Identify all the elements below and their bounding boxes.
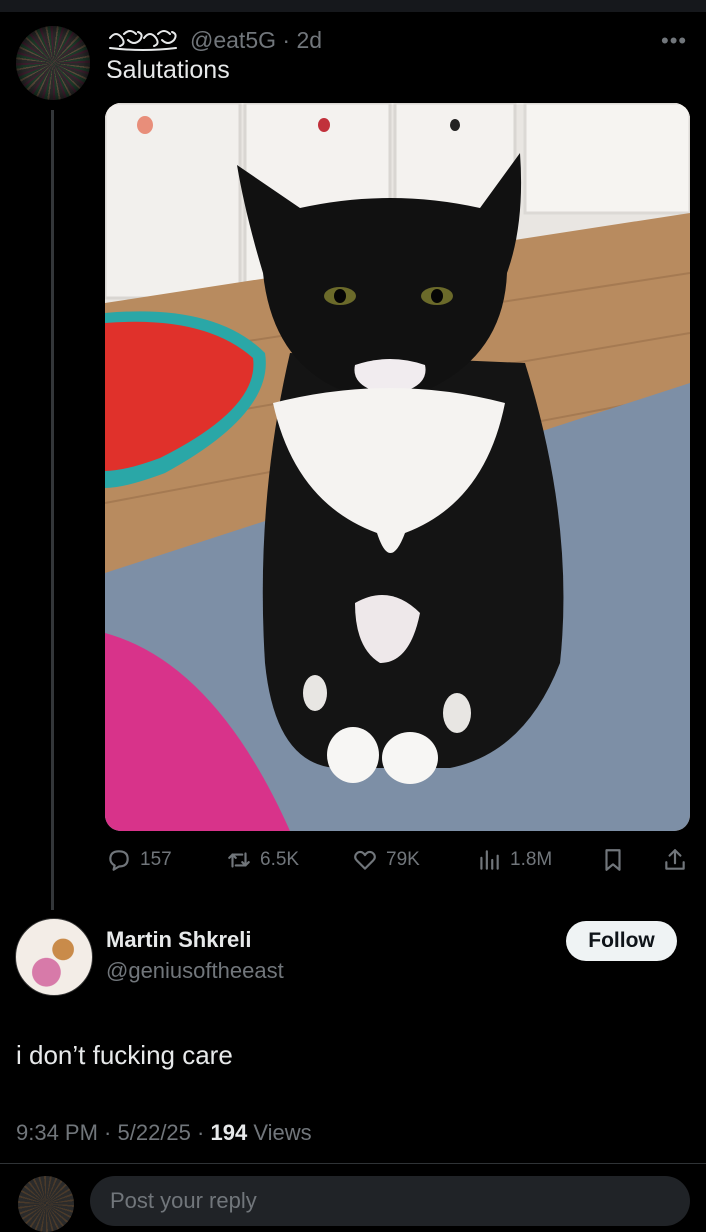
reply-compose-input[interactable]: Post your reply xyxy=(90,1176,690,1226)
repost-icon xyxy=(228,852,250,868)
author-avatar[interactable] xyxy=(16,26,90,100)
thread-line xyxy=(51,110,54,910)
bookmark-icon xyxy=(605,849,621,871)
author-handle-and-time[interactable]: @eat5G · 2d xyxy=(190,27,322,54)
reply-views-label: Views xyxy=(253,1120,312,1145)
follow-button[interactable]: Follow xyxy=(566,921,677,961)
reply-action[interactable]: 157 xyxy=(106,842,172,878)
views-count: 1.8M xyxy=(510,849,553,870)
share-icon xyxy=(665,849,685,870)
author-handle[interactable]: @eat5G xyxy=(190,27,276,53)
reply-author-avatar[interactable] xyxy=(15,918,93,996)
heart-icon xyxy=(354,850,376,870)
tweet-photo[interactable] xyxy=(105,103,690,831)
reply-date[interactable]: 5/22/25 xyxy=(118,1120,191,1145)
tweet-header: @eat5G · 2d xyxy=(106,24,322,56)
reply-time[interactable]: 9:34 PM xyxy=(16,1120,98,1145)
more-options-icon[interactable]: ••• xyxy=(661,28,687,54)
like-count: 79K xyxy=(386,849,420,870)
cat-photo-illustration xyxy=(105,103,690,831)
reply-author-handle[interactable]: @geniusoftheeast xyxy=(106,958,284,984)
analytics-icon xyxy=(480,850,499,870)
reply-icon xyxy=(109,850,129,871)
top-bar xyxy=(0,0,706,12)
reply-views-count: 194 xyxy=(210,1120,248,1145)
post-time[interactable]: 2d xyxy=(296,27,322,53)
ornament-display-name-icon[interactable] xyxy=(106,26,180,54)
reply-author-name[interactable]: Martin Shkreli xyxy=(106,927,251,953)
bookmark-button[interactable] xyxy=(600,842,626,878)
reply-count: 157 xyxy=(140,849,172,870)
repost-action[interactable]: 6.5K xyxy=(226,842,299,878)
current-user-avatar[interactable] xyxy=(18,1176,74,1232)
reply-meta: 9:34 PM · 5/22/25 · 194 Views xyxy=(16,1120,312,1145)
views-action[interactable]: 1.8M xyxy=(476,842,552,878)
repost-count: 6.5K xyxy=(260,849,300,870)
tweet-text: Salutations xyxy=(106,56,230,84)
like-action[interactable]: 79K xyxy=(352,842,420,878)
share-button[interactable] xyxy=(662,842,688,878)
tweet-actions: 157 6.5K 79K 1.8M xyxy=(106,842,690,878)
reply-text: i don’t fucking care xyxy=(16,1040,233,1070)
divider xyxy=(0,1163,706,1164)
